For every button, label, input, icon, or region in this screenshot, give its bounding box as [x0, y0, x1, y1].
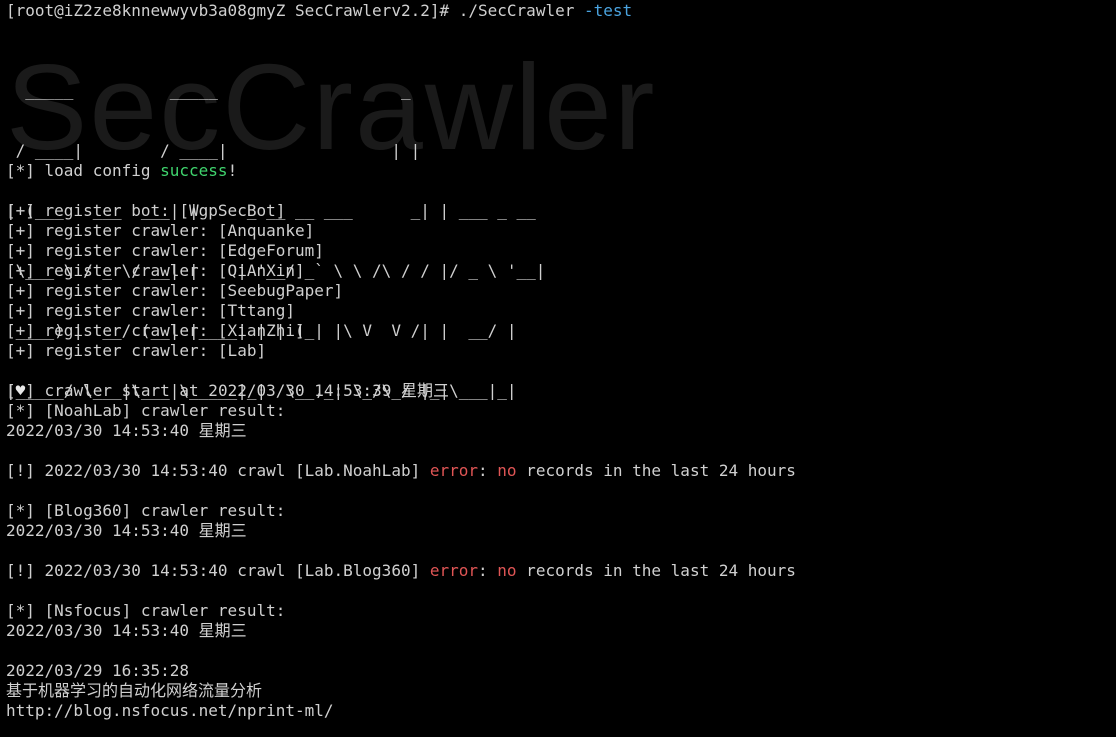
command-flag: -test: [583, 1, 633, 20]
error-no: no: [497, 561, 517, 580]
result-header: [*] [Nsfocus] crawler result:: [6, 601, 286, 620]
command-text: ./SecCrawler: [458, 1, 584, 20]
banner-line: / ____| / ____| | |: [6, 141, 421, 160]
article-date: 2022/03/29 16:35:28: [6, 661, 190, 680]
result-header: [*] [Blog360] crawler result:: [6, 501, 286, 520]
result-time: 2022/03/30 14:53:40 星期三: [6, 621, 247, 640]
article-title: 基于机器学习的自动化网络流量分析: [6, 681, 263, 700]
error-no: no: [497, 461, 517, 480]
error-rest: records in the last 24 hours: [516, 461, 796, 480]
error-line: [!] 2022/03/30 14:53:40 crawl [Lab.Blog3…: [6, 561, 1116, 581]
error-line: [!] 2022/03/30 14:53:40 crawl [Lab.NoahL…: [6, 461, 1116, 481]
ascii-banner: SecCrawler _____ _____ _ / ____| / ____|…: [6, 41, 1116, 400]
error-colon: :: [478, 561, 498, 580]
error-colon: :: [478, 461, 498, 480]
banner-line: ____) | __/ (__| |____| | | (_| |\ V V /…: [6, 321, 517, 340]
error-prefix: [!] 2022/03/30 14:53:40 crawl [Lab.Blog3…: [6, 561, 430, 580]
banner-line: |_____/ \___|\___|\_____|_| \__,_| \_/\_…: [6, 381, 517, 400]
error-rest: records in the last 24 hours: [516, 561, 796, 580]
command-prompt-line: [root@iZ2ze8knnewwyvb3a08gmyZ SecCrawler…: [6, 1, 1116, 21]
banner-ascii-art: _____ _____ _ / ____| / ____| | | | (___…: [6, 41, 545, 441]
error-prefix: [!] 2022/03/30 14:53:40 crawl [Lab.NoahL…: [6, 461, 430, 480]
banner-line: _____ _____ _: [6, 81, 411, 100]
result-time: 2022/03/30 14:53:40 星期三: [6, 521, 247, 540]
banner-line: \___ \ / _ \/ __| | | '__/ _` \ \ /\ / /…: [6, 261, 546, 280]
banner-line: | (___ ___ ___| | _ __ __ ___ _| | ___ _…: [6, 201, 536, 220]
article-url[interactable]: http://blog.nsfocus.net/nprint-ml/: [6, 701, 1116, 721]
shell-prompt: [root@iZ2ze8knnewwyvb3a08gmyZ SecCrawler…: [6, 1, 459, 20]
error-word: error: [429, 461, 479, 480]
error-word: error: [429, 561, 479, 580]
terminal-window[interactable]: [root@iZ2ze8knnewwyvb3a08gmyZ SecCrawler…: [0, 0, 1116, 737]
